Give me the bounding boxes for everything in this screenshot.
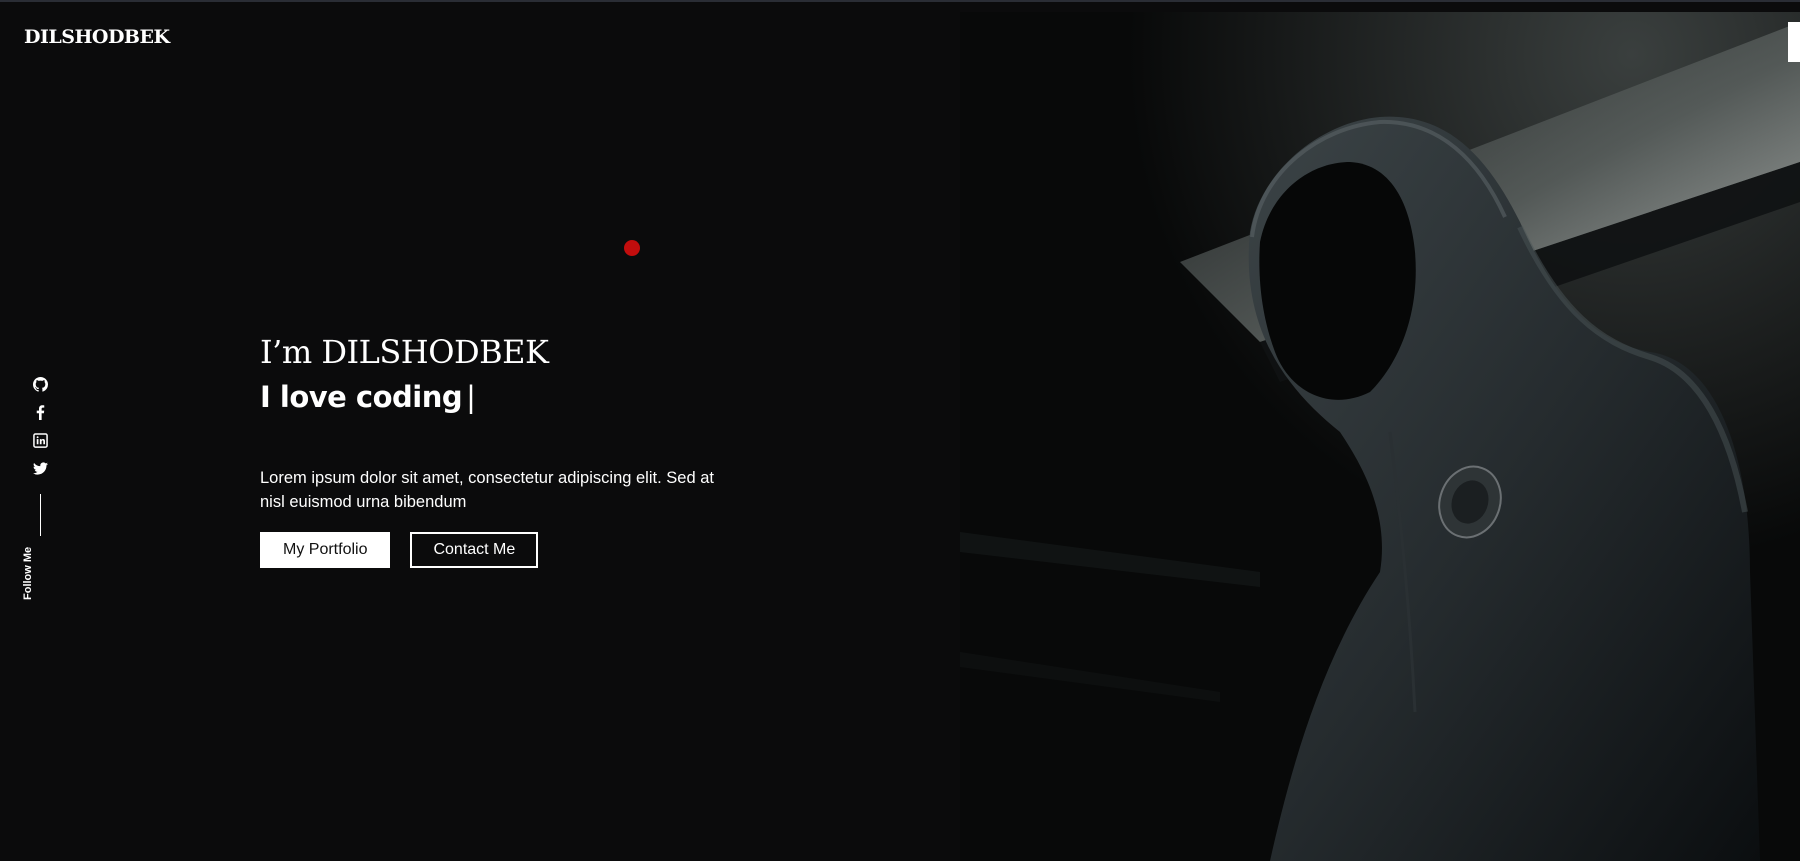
linkedin-link[interactable] xyxy=(30,430,50,450)
typing-cursor: | xyxy=(466,380,476,414)
linkedin-icon xyxy=(32,432,48,448)
scrollbar-thumb[interactable] xyxy=(1788,22,1800,62)
hooded-figure-image xyxy=(960,12,1800,861)
red-dot-decoration xyxy=(624,240,640,256)
brand-logo[interactable]: DILSHODBEK xyxy=(24,26,170,48)
hero-buttons: My Portfolio Contact Me xyxy=(260,532,720,568)
github-link[interactable] xyxy=(30,374,50,394)
hero-section: I’m DILSHODBEK I love coding | Lorem ipsu… xyxy=(260,332,720,568)
hero-description: Lorem ipsum dolor sit amet, consectetur … xyxy=(260,469,714,511)
hero-greeting: I’m DILSHODBEK xyxy=(260,333,549,371)
typed-headline: I love coding | xyxy=(260,378,720,416)
contact-me-button[interactable]: Contact Me xyxy=(410,532,539,568)
social-links xyxy=(30,374,50,536)
facebook-icon xyxy=(36,404,44,420)
hero-photo xyxy=(960,12,1800,861)
social-divider xyxy=(39,494,41,536)
facebook-link[interactable] xyxy=(30,402,50,422)
my-portfolio-button[interactable]: My Portfolio xyxy=(260,532,391,568)
twitter-link[interactable] xyxy=(30,458,50,478)
page: DILSHODBEK Follow Me I’m DILSHODBEK I lo… xyxy=(0,0,1800,861)
github-icon xyxy=(32,376,48,392)
follow-me-label: Follow Me xyxy=(22,546,34,600)
top-border xyxy=(0,0,1800,2)
typed-text: I love coding xyxy=(260,380,463,414)
twitter-icon xyxy=(32,461,48,475)
